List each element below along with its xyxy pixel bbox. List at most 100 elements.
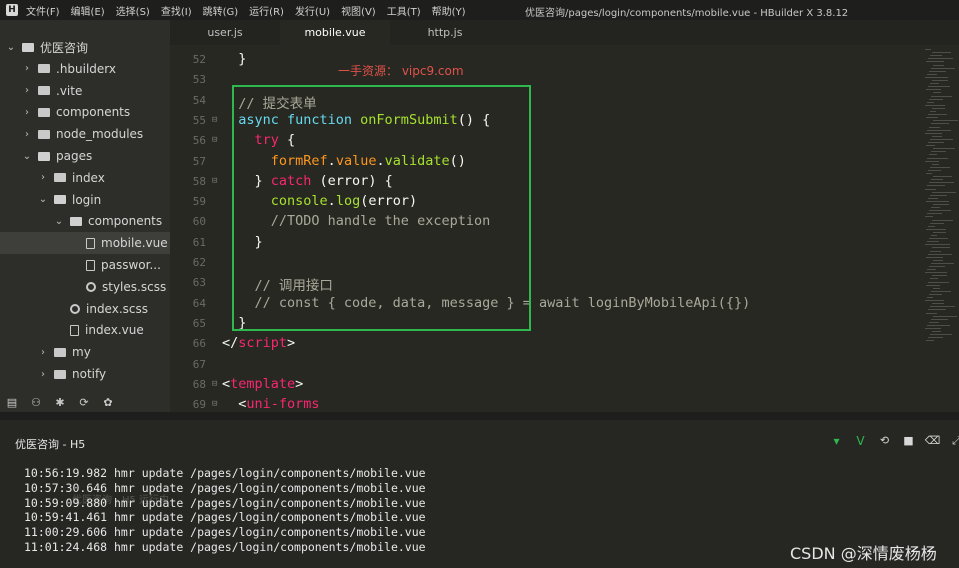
tree-item[interactable]: › components xyxy=(22,101,130,123)
chevron-down-icon[interactable]: ▾ xyxy=(830,434,843,448)
code-line[interactable]: <uni-forms xyxy=(222,396,319,412)
fold-icon[interactable]: ⊟ xyxy=(212,379,217,389)
bug-icon[interactable]: ✱ xyxy=(54,396,66,409)
menu-item[interactable]: 运行(R) xyxy=(249,3,284,18)
minimap-line xyxy=(928,225,935,227)
line-number: 52 xyxy=(192,53,206,66)
clear-icon[interactable]: ⌫ xyxy=(925,434,941,447)
highlight-box xyxy=(232,85,531,331)
chevron-down-icon[interactable]: ⌄ xyxy=(38,194,48,205)
vue-icon[interactable]: V xyxy=(854,434,867,448)
minimap-line xyxy=(932,163,939,165)
code-line[interactable]: </script> xyxy=(222,335,295,351)
tree-item[interactable]: ⌄ pages xyxy=(22,145,92,167)
tab-mobile-vue[interactable]: mobile.vue xyxy=(280,20,390,45)
debug-icon[interactable]: ⚇ xyxy=(30,396,42,409)
chevron-right-icon[interactable]: › xyxy=(38,347,48,358)
minimap-line xyxy=(926,89,941,91)
tree-item[interactable]: › my xyxy=(38,341,91,363)
tree-item[interactable]: › notify xyxy=(38,363,106,385)
chevron-right-icon[interactable]: › xyxy=(22,85,32,96)
menu-item[interactable]: 视图(V) xyxy=(341,3,376,18)
tab-http-js[interactable]: http.js xyxy=(390,20,500,45)
minimap-line xyxy=(929,321,939,323)
menu-item[interactable]: 文件(F) xyxy=(26,3,60,18)
menu-item[interactable]: 发行(U) xyxy=(295,3,330,18)
fold-icon[interactable]: ⊟ xyxy=(212,399,217,409)
tab-user-js[interactable]: user.js xyxy=(170,20,280,45)
code-token: template xyxy=(230,375,296,392)
menu-item[interactable]: 选择(S) xyxy=(116,3,150,18)
minimap-line xyxy=(931,290,951,292)
tree-item[interactable]: › .hbuilderx xyxy=(22,58,116,80)
minimap-line xyxy=(933,231,946,233)
menu-item[interactable]: 帮助(Y) xyxy=(432,3,466,18)
minimap-line xyxy=(926,61,944,63)
chevron-right-icon[interactable]: › xyxy=(22,129,32,140)
panel-divider[interactable] xyxy=(0,412,959,420)
tree-item-label: pages xyxy=(56,149,93,163)
tree-item[interactable]: passwor... xyxy=(70,254,161,276)
line-number: 64 xyxy=(192,296,206,310)
minimap-line xyxy=(925,244,950,246)
code-line[interactable]: } xyxy=(222,51,246,67)
chevron-right-icon[interactable]: › xyxy=(22,107,32,118)
minimap-line xyxy=(933,92,941,94)
tree-item[interactable]: › .vite xyxy=(22,80,82,102)
minimap-line xyxy=(925,188,936,190)
tree-item[interactable]: styles.scss xyxy=(70,276,166,298)
code-editor[interactable]: 52 } 53 54 // 提交表单 55 ⊟ async function onFor… xyxy=(170,45,922,412)
folder-icon xyxy=(38,64,50,74)
minimap-line xyxy=(932,275,947,277)
tree-item[interactable]: ⌄ 优医咨询 xyxy=(6,36,88,58)
minimap-line xyxy=(928,114,947,116)
log-line: 10:59:41.461 hmr update /pages/login/com… xyxy=(24,510,426,525)
code-token: < xyxy=(222,396,247,412)
chevron-down-icon[interactable]: ⌄ xyxy=(22,151,32,162)
minimap-line xyxy=(930,55,942,57)
folder-icon xyxy=(38,151,50,161)
code-line[interactable]: <template> xyxy=(222,376,303,392)
minimap-line xyxy=(928,169,941,171)
explorer-icon[interactable]: ▤ xyxy=(6,396,18,409)
stop-icon[interactable]: ■ xyxy=(902,434,915,447)
minimap-line xyxy=(927,324,950,326)
menu-item[interactable]: 编辑(E) xyxy=(71,3,105,18)
chevron-right-icon[interactable]: › xyxy=(38,172,48,183)
chevron-down-icon[interactable]: ⌄ xyxy=(54,216,64,227)
tree-item[interactable]: index.scss xyxy=(54,298,148,320)
fold-icon[interactable]: ⊟ xyxy=(212,176,217,186)
menu-item[interactable]: 跳转(G) xyxy=(203,3,239,18)
chevron-right-icon[interactable]: › xyxy=(22,63,32,74)
git-icon[interactable]: ⟳ xyxy=(78,396,90,409)
expand-icon[interactable]: ⤢ xyxy=(950,434,959,447)
folder-icon xyxy=(38,107,50,117)
tree-item[interactable]: › node_modules xyxy=(22,123,143,145)
minimap-line xyxy=(929,126,940,128)
minimap-line xyxy=(932,219,953,221)
log-line: 10:56:19.982 hmr update /pages/login/com… xyxy=(24,466,426,480)
minimap-line xyxy=(926,228,946,230)
chevron-right-icon[interactable]: › xyxy=(38,369,48,380)
tree-item[interactable]: ⌄ login xyxy=(38,189,101,211)
minimap-line xyxy=(928,281,949,283)
fold-icon[interactable]: ⊟ xyxy=(212,135,217,145)
tree-item[interactable]: index.vue xyxy=(54,319,144,341)
tree-item-label: .hbuilderx xyxy=(56,61,117,76)
fold-icon[interactable]: ⊟ xyxy=(212,115,217,125)
restart-icon[interactable]: ⟲ xyxy=(878,434,891,447)
folder-icon xyxy=(38,86,50,96)
minimap[interactable] xyxy=(922,45,959,412)
menu-item[interactable]: 工具(T) xyxy=(387,3,421,18)
chevron-down-icon[interactable]: ⌄ xyxy=(6,42,16,53)
line-number: 57 xyxy=(192,154,206,168)
menu-item[interactable]: 查找(I) xyxy=(161,3,192,18)
minimap-line xyxy=(929,154,937,156)
console-title[interactable]: 优医咨询 - H5 xyxy=(15,436,85,452)
plugin-icon[interactable]: ✿ xyxy=(102,396,114,409)
tree-item-label: components xyxy=(56,105,131,120)
line-number: 65 xyxy=(192,316,206,330)
tree-item[interactable]: › index xyxy=(38,167,105,189)
minimap-line xyxy=(932,107,945,109)
tree-item[interactable]: ⌄ components xyxy=(54,210,162,232)
